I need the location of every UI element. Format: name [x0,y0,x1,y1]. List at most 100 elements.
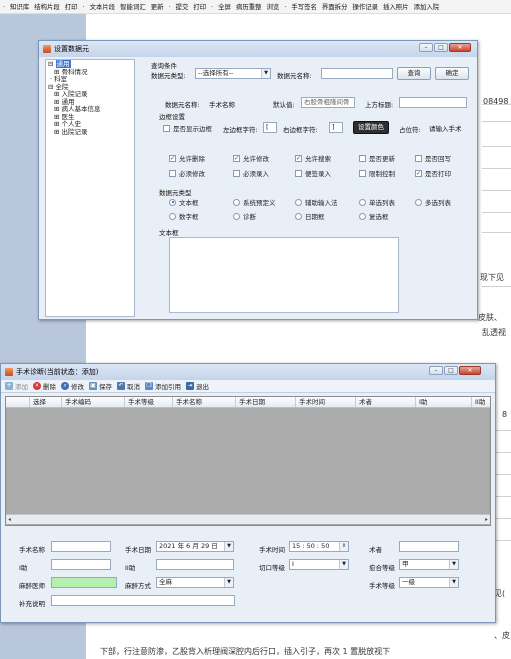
chevron-down-icon[interactable]: ▼ [339,560,348,569]
toolbar-browse[interactable]: 浏览 [267,2,280,11]
radio-button[interactable] [169,212,176,220]
column-header[interactable]: II助 [472,397,490,407]
default-value-input[interactable]: 右股骨粗隆间骨 [301,97,355,108]
checkbox-box[interactable]: ✓ [415,169,422,177]
delete-button[interactable]: × 删除 [33,381,56,391]
toolbar-smart-words[interactable]: 智能词汇 [120,2,146,11]
toolbar-print2[interactable]: 打印 [193,2,206,11]
save-button[interactable]: ▣ 保存 [89,381,112,391]
radio-number[interactable]: 数字框 [169,211,199,221]
allow-edit-checkbox[interactable]: ✓ 允许修改 [233,153,269,163]
radio-aux-input[interactable]: 辅助输入法 [295,197,338,207]
must-edit-checkbox[interactable]: 必须修改 [169,168,205,178]
is-writeback-checkbox[interactable]: 是否回写 [415,153,451,163]
surgery-name-input[interactable] [51,541,111,552]
maximize-button[interactable]: □ [434,43,448,52]
query-button[interactable]: 查询 [397,67,431,80]
add-reference-button[interactable]: ❐ 添加引用 [145,381,181,391]
edit-button[interactable]: ⌕ 修改 [61,381,84,391]
checkbox-box[interactable]: ✓ [233,154,240,162]
close-button[interactable]: ✕ [459,366,481,375]
chevron-down-icon[interactable]: ▼ [449,578,458,587]
scroll-left-icon[interactable]: ◂ [8,516,11,523]
must-enter-checkbox[interactable]: 必须录入 [233,168,269,178]
scroll-right-icon[interactable]: ▸ [485,516,488,523]
cancel-button[interactable]: ↶ 取消 [117,381,140,391]
allow-delete-checkbox[interactable]: ✓ 允许删除 [169,153,205,163]
set-color-button[interactable]: 设置颜色 [353,121,389,134]
radio-button[interactable] [359,212,366,220]
right-char-input[interactable]: ] [329,122,343,133]
minimize-button[interactable]: – [419,43,433,52]
textbox-preview[interactable] [169,237,399,313]
top-title-input[interactable] [399,97,467,108]
anesth-doctor-input[interactable] [51,577,117,588]
checkbox-box[interactable] [233,169,240,177]
radio-button[interactable] [359,198,366,206]
toolbar-handwrite-sign[interactable]: 手写签名 [291,2,317,11]
toolbar-knowledge[interactable]: 知识库 [10,2,29,11]
surgeon-input[interactable] [399,541,459,552]
toolbar-record-reorg[interactable]: 病历重整 [236,2,262,11]
assist2-input[interactable] [156,559,234,570]
checkbox-box[interactable] [415,154,422,162]
radio-checkbox[interactable]: 复选框 [359,211,389,221]
radio-textbox[interactable]: 文本框 [169,197,199,207]
surgery-date-input[interactable]: 2021 年 6 月 29 日 ▼ [156,541,234,552]
surgery-grade-select[interactable]: 一级 ▼ [399,577,459,588]
toolbar-text-fragment[interactable]: 文本片段 [90,2,116,11]
toolbar-fullscreen[interactable]: 全屏 [218,2,231,11]
radio-button[interactable] [233,212,240,220]
radio-button[interactable] [169,198,176,206]
surgery-grid[interactable] [5,396,491,526]
toolbar-print[interactable]: 打印 [65,2,78,11]
healing-select[interactable]: 甲 ▼ [399,559,459,570]
type-select[interactable]: --选择所有-- ▼ [195,68,271,79]
toolbar-op-log[interactable]: 操作记录 [352,2,378,11]
allow-search-checkbox[interactable]: ✓ 允许搜索 [295,153,331,163]
add-button[interactable]: + 添加 [5,381,28,391]
radio-button[interactable] [295,212,302,220]
is-update-checkbox[interactable]: 是否更新 [359,153,395,163]
column-header[interactable]: 手术等级 [125,397,173,407]
chevron-down-icon[interactable]: ▼ [224,542,233,551]
radio-button[interactable] [233,198,240,206]
column-header[interactable]: 手术日期 [236,397,296,407]
radio-system-predefined[interactable]: 系统预定义 [233,197,276,207]
left-char-input[interactable]: [ [263,122,277,133]
horizontal-scrollbar[interactable]: ◂ ▸ [6,514,490,524]
toolbar-split-view[interactable]: 界面拆分 [322,2,348,11]
column-header[interactable]: 手术时间 [296,397,356,407]
toolbar-submit[interactable]: 提交 [176,2,189,11]
toolbar-add-admission[interactable]: 添加入院 [414,2,440,11]
exit-button[interactable]: ⇥ 退出 [186,381,209,391]
tree-node[interactable]: ⊞ 出院记录 [48,128,132,137]
checkbox-box[interactable] [169,169,176,177]
checkbox-box[interactable] [295,169,302,177]
column-header[interactable]: 术者 [356,397,416,407]
chevron-down-icon[interactable]: ▼ [449,560,458,569]
incision-select[interactable]: I ▼ [289,559,349,570]
toolbar-insert-photo[interactable]: 插入照片 [383,2,409,11]
radio-button[interactable] [415,198,422,206]
name-input[interactable] [321,68,393,79]
radio-multi-list[interactable]: 多选列表 [415,197,451,207]
tree-node-label[interactable]: 出院记录 [62,128,88,136]
chevron-down-icon[interactable]: ▼ [261,69,270,78]
surgery-time-input[interactable]: 15 : 50 : 50 ⇕ [289,541,349,552]
radio-button[interactable] [295,198,302,206]
radio-date[interactable]: 日期框 [295,211,325,221]
checkbox-box[interactable]: ✓ [295,154,302,162]
checkbox-box[interactable] [163,124,170,132]
show-border-checkbox[interactable]: 是否显示边框 [163,123,212,133]
anesth-method-select[interactable]: 全麻 ▼ [156,577,234,588]
ok-button[interactable]: 确定 [435,67,469,80]
minimize-button[interactable]: – [429,366,443,375]
note-input[interactable] [51,595,235,606]
column-header[interactable]: 选择 [30,397,62,407]
is-print-checkbox[interactable]: ✓ 是否打印 [415,168,451,178]
toolbar-update[interactable]: 更新 [151,2,164,11]
radio-diagnosis[interactable]: 诊断 [233,211,256,221]
column-header[interactable]: 手术名称 [173,397,236,407]
column-header[interactable]: 手术编码 [62,397,125,407]
